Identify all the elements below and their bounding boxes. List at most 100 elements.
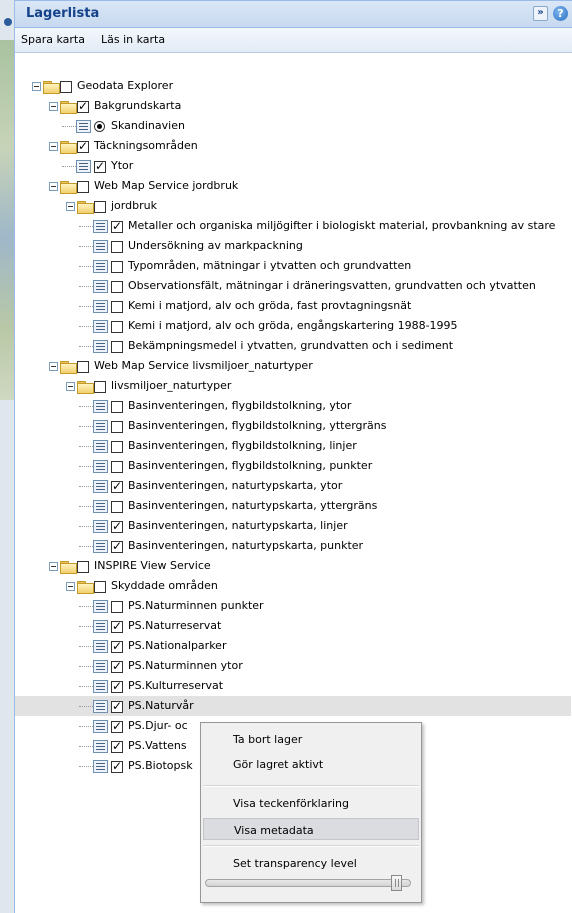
tree-row-ps-kulturreservat[interactable]: ✓ PS.Kulturreservat: [15, 676, 571, 696]
layer-legend-icon[interactable]: [93, 500, 108, 513]
layer-checkbox[interactable]: ✓: [94, 160, 106, 173]
layer-checkbox[interactable]: [111, 241, 123, 253]
tree-row-ps-naturvar[interactable]: ✓ PS.Naturvår: [15, 696, 571, 716]
collapse-icon[interactable]: »: [533, 6, 548, 21]
collapse-toggle-icon[interactable]: [32, 82, 41, 91]
tree-row-ps-naturreservat[interactable]: ✓ PS.Naturreservat: [15, 616, 571, 636]
layer-legend-icon[interactable]: [93, 300, 108, 313]
layer-checkbox[interactable]: ✓: [111, 700, 123, 713]
menu-item-show-metadata[interactable]: Visa metadata: [203, 818, 419, 840]
layer-checkbox[interactable]: ✓: [111, 540, 123, 553]
layer-legend-icon[interactable]: [93, 460, 108, 473]
layer-checkbox[interactable]: [111, 421, 123, 433]
layer-checkbox[interactable]: ✓: [111, 220, 123, 233]
layer-legend-icon[interactable]: [76, 160, 91, 173]
tree-row-bakgrundskarta[interactable]: ✓ Bakgrundskarta: [15, 96, 571, 116]
collapse-toggle-icon[interactable]: [49, 562, 58, 571]
layer-checkbox[interactable]: [60, 81, 72, 93]
layer-legend-icon[interactable]: [93, 340, 108, 353]
layer-checkbox[interactable]: [111, 601, 123, 613]
layer-legend-icon[interactable]: [93, 680, 108, 693]
layer-checkbox[interactable]: ✓: [111, 680, 123, 693]
tree-row-web-map-service-livsmiljoer-naturtyper[interactable]: Web Map Service livsmiljoer_naturtyper: [15, 356, 571, 376]
tree-row-typomraden-matningar-i-ytvatten-och-grundvatten[interactable]: Typområden, mätningar i ytvatten och gru…: [15, 256, 571, 276]
layer-legend-icon[interactable]: [93, 720, 108, 733]
layer-checkbox[interactable]: [111, 501, 123, 513]
layer-checkbox[interactable]: ✓: [111, 640, 123, 653]
layer-legend-icon[interactable]: [93, 620, 108, 633]
layer-legend-icon[interactable]: [93, 600, 108, 613]
layer-legend-icon[interactable]: [93, 280, 108, 293]
tree-row-ytor[interactable]: ✓ Ytor: [15, 156, 571, 176]
layer-checkbox[interactable]: [111, 301, 123, 313]
tree-row-livsmiljoer-naturtyper[interactable]: livsmiljoer_naturtyper: [15, 376, 571, 396]
layer-checkbox[interactable]: ✓: [111, 480, 123, 493]
collapse-toggle-icon[interactable]: [49, 102, 58, 111]
tree-row-basinventeringen-flygbildstolkning-punkter[interactable]: Basinventeringen, flygbildstolkning, pun…: [15, 456, 571, 476]
layer-legend-icon[interactable]: [93, 400, 108, 413]
layer-checkbox[interactable]: [111, 281, 123, 293]
layer-checkbox[interactable]: ✓: [77, 140, 89, 153]
tree-row-geodata-explorer[interactable]: Geodata Explorer: [15, 76, 571, 96]
menu-item-make-active[interactable]: Gör lagret aktivt: [201, 753, 421, 775]
tree-row-ps-naturminnen-ytor[interactable]: ✓ PS.Naturminnen ytor: [15, 656, 571, 676]
save-map-button[interactable]: Spara karta: [21, 33, 85, 46]
tree-row-basinventeringen-naturtypskarta-linjer[interactable]: ✓ Basinventeringen, naturtypskarta, linje…: [15, 516, 571, 536]
layer-checkbox[interactable]: ✓: [111, 520, 123, 533]
collapse-toggle-icon[interactable]: [49, 182, 58, 191]
tree-row-basinventeringen-flygbildstolkning-yttergrans[interactable]: Basinventeringen, flygbildstolkning, ytt…: [15, 416, 571, 436]
tree-row-basinventeringen-flygbildstolkning-linjer[interactable]: Basinventeringen, flygbildstolkning, lin…: [15, 436, 571, 456]
layer-legend-icon[interactable]: [93, 420, 108, 433]
tree-row-metaller-och-organiska-miljogifter-i-biologiskt-material-provbankning-av-stare[interactable]: ✓ Metaller och organiska miljögifter i bi…: [15, 216, 571, 236]
tree-row-web-map-service-jordbruk[interactable]: Web Map Service jordbruk: [15, 176, 571, 196]
tree-row-bekampningsmedel-i-ytvatten-grundvatten-och-i-sediment[interactable]: Bekämpningsmedel i ytvatten, grundvatten…: [15, 336, 571, 356]
layer-checkbox[interactable]: [111, 341, 123, 353]
layer-checkbox[interactable]: [111, 321, 123, 333]
collapse-toggle-icon[interactable]: [49, 142, 58, 151]
layer-checkbox[interactable]: [94, 381, 106, 393]
layer-legend-icon[interactable]: [93, 540, 108, 553]
layer-legend-icon[interactable]: [93, 440, 108, 453]
load-map-button[interactable]: Läs in karta: [101, 33, 165, 46]
layer-checkbox[interactable]: [77, 561, 89, 573]
tree-row-basinventeringen-naturtypskarta-ytor[interactable]: ✓ Basinventeringen, naturtypskarta, ytor: [15, 476, 571, 496]
layer-checkbox[interactable]: [111, 401, 123, 413]
tree-row-kemi-i-matjord-alv-och-groda-engangskartering-1988-1995[interactable]: Kemi i matjord, alv och gröda, engångska…: [15, 316, 571, 336]
layer-legend-icon[interactable]: [93, 220, 108, 233]
tree-row-kemi-i-matjord-alv-och-groda-fast-provtagningsnat[interactable]: Kemi i matjord, alv och gröda, fast prov…: [15, 296, 571, 316]
layer-legend-icon[interactable]: [93, 740, 108, 753]
layer-checkbox[interactable]: ✓: [111, 760, 123, 773]
layer-legend-icon[interactable]: [93, 480, 108, 493]
help-icon[interactable]: ?: [553, 6, 568, 21]
layer-checkbox[interactable]: [111, 461, 123, 473]
layer-legend-icon[interactable]: [93, 660, 108, 673]
collapse-toggle-icon[interactable]: [66, 202, 75, 211]
tree-row-inspire-view-service[interactable]: INSPIRE View Service: [15, 556, 571, 576]
collapse-toggle-icon[interactable]: [49, 362, 58, 371]
tree-row-ps-nationalparker[interactable]: ✓ PS.Nationalparker: [15, 636, 571, 656]
layer-radio[interactable]: [94, 121, 105, 132]
layer-checkbox[interactable]: ✓: [111, 660, 123, 673]
menu-item-show-legend[interactable]: Visa teckenförklaring: [201, 792, 421, 814]
map-nav-icon[interactable]: [4, 18, 12, 26]
tree-row-jordbruk[interactable]: jordbruk: [15, 196, 571, 216]
layer-checkbox[interactable]: ✓: [111, 620, 123, 633]
layer-checkbox[interactable]: [77, 361, 89, 373]
menu-item-remove-layer[interactable]: Ta bort lager: [201, 728, 421, 750]
tree-row-ps-naturminnen-punkter[interactable]: PS.Naturminnen punkter: [15, 596, 571, 616]
tree-row-observationsfalt-matningar-i-draneringsvatten-grundvatten-och-ytvatten[interactable]: Observationsfält, mätningar i dränerings…: [15, 276, 571, 296]
collapse-toggle-icon[interactable]: [66, 382, 75, 391]
layer-checkbox[interactable]: [77, 181, 89, 193]
transparency-slider-thumb[interactable]: [391, 875, 402, 891]
layer-legend-icon[interactable]: [93, 240, 108, 253]
tree-row-basinventeringen-naturtypskarta-punkter[interactable]: ✓ Basinventeringen, naturtypskarta, punkt…: [15, 536, 571, 556]
layer-checkbox[interactable]: [94, 201, 106, 213]
tree-row-basinventeringen-flygbildstolkning-ytor[interactable]: Basinventeringen, flygbildstolkning, yto…: [15, 396, 571, 416]
layer-legend-icon[interactable]: [93, 320, 108, 333]
layer-legend-icon[interactable]: [76, 120, 91, 133]
layer-legend-icon[interactable]: [93, 760, 108, 773]
layer-legend-icon[interactable]: [93, 520, 108, 533]
tree-row-skandinavien[interactable]: Skandinavien: [15, 116, 571, 136]
tree-row-skyddade-omraden[interactable]: Skyddade områden: [15, 576, 571, 596]
layer-checkbox[interactable]: [111, 261, 123, 273]
